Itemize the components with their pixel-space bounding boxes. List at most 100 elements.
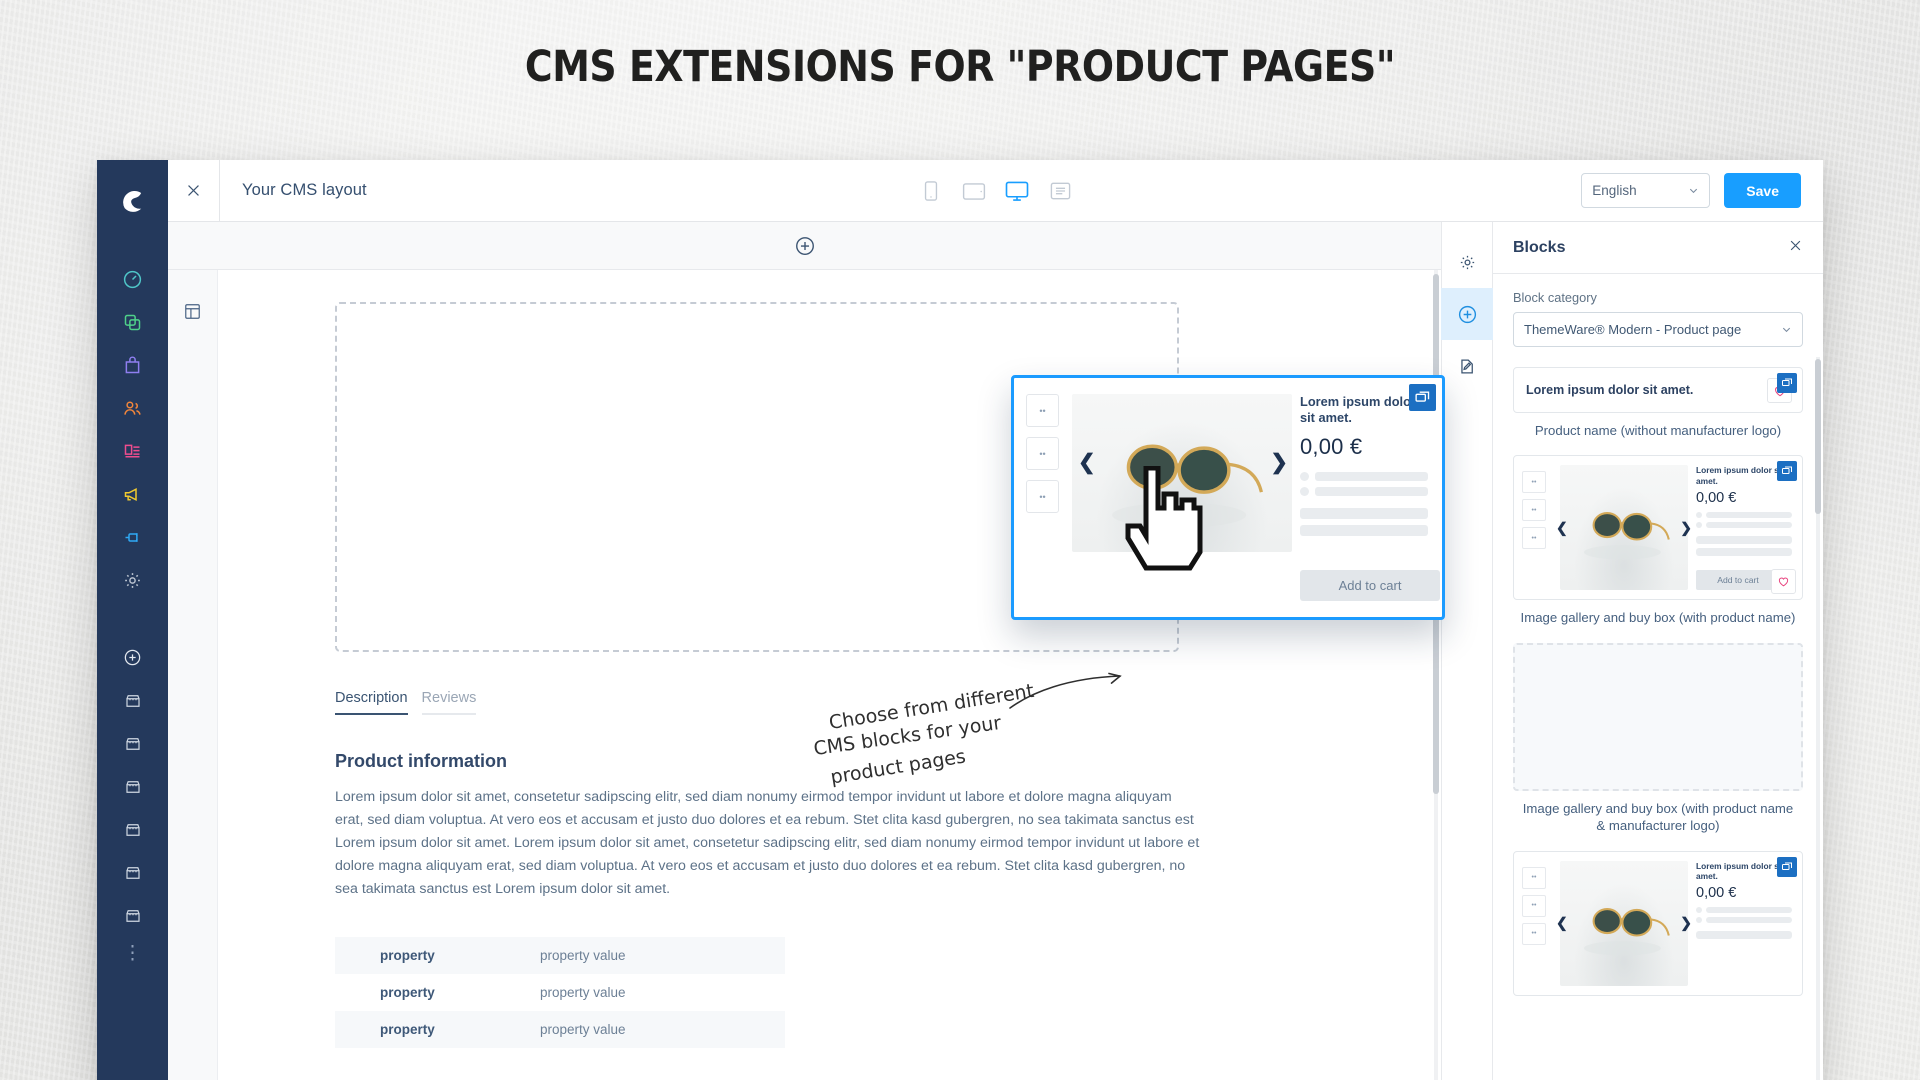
mobile-icon[interactable] <box>919 179 943 203</box>
block-card-label: Image gallery and buy box (with product … <box>1522 800 1794 834</box>
selected-block-preview[interactable]: •• •• •• ❮ ❯ Lorem ipsum dolor sit amet.… <box>1011 375 1445 620</box>
block-card-gallery-buybox[interactable]: •• •• •• ❮ ❯ Lorem ipsum dolor s amet. 0… <box>1513 850 1803 996</box>
chevron-left-icon[interactable]: ❮ <box>1078 450 1096 475</box>
blocks-panel-header: Blocks <box>1493 222 1823 274</box>
block-preview-text: Lorem ipsum dolor sit amet. <box>1526 383 1694 397</box>
thumbnail[interactable]: •• <box>1026 394 1059 427</box>
sales-channel-item[interactable] <box>112 894 154 937</box>
editor-tool-rail <box>1441 222 1493 1080</box>
sidebar-item-catalogues[interactable] <box>112 301 154 344</box>
table-row: property property value <box>335 937 785 974</box>
gallery-thumbnails: •• •• •• <box>1014 378 1070 617</box>
buy-box: Lorem ipsum dolor sit amet. 0,00 € Add t… <box>1298 378 1442 617</box>
sidebar-item-marketing[interactable] <box>112 473 154 516</box>
tablet-icon[interactable] <box>962 179 986 203</box>
blocks-stack-icon <box>1777 856 1797 877</box>
sales-channel-item[interactable] <box>112 679 154 722</box>
blocks-list[interactable]: Lorem ipsum dolor sit amet. Product name… <box>1493 357 1823 1080</box>
cms-canvas: Choose from different CMS blocks for you… <box>168 222 1441 1080</box>
thumbnail[interactable]: •• <box>1522 527 1546 550</box>
panel-scrollbar-thumb[interactable] <box>1815 359 1821 514</box>
block-category-label: Block category <box>1513 290 1597 305</box>
blocks-stack-icon <box>1777 461 1797 482</box>
more-vertical-icon[interactable]: ⋮ <box>123 944 142 963</box>
block-category-field: Block category ThemeWare® Modern - Produ… <box>1493 274 1823 357</box>
block-card-gallery-buybox[interactable]: •• •• •• ❮ ❯ Lorem ipsum dolor s amet. 0… <box>1513 455 1803 601</box>
add-section-button[interactable] <box>794 235 816 257</box>
list-view-icon[interactable] <box>1048 179 1072 203</box>
product-image <box>1560 860 1688 986</box>
thumbnail[interactable]: •• <box>1026 480 1059 513</box>
desktop-icon[interactable] <box>1005 179 1029 203</box>
gallery-thumbnails: •• •• •• <box>1522 861 1556 986</box>
sales-channel-item[interactable] <box>112 765 154 808</box>
table-row: property property value <box>335 1011 785 1048</box>
save-button[interactable]: Save <box>1724 173 1801 208</box>
property-value: property value <box>540 985 626 1000</box>
properties-table: property property value property propert… <box>335 937 785 1048</box>
product-information-heading: Product information <box>335 751 507 771</box>
tool-add-blocks-button[interactable] <box>1441 288 1493 340</box>
sales-channel-item[interactable] <box>112 808 154 851</box>
section-gutter <box>168 270 218 1080</box>
property-value: property value <box>540 948 626 963</box>
sidebar-item-customers[interactable] <box>112 387 154 430</box>
block-card-product-name[interactable]: Lorem ipsum dolor sit amet. <box>1513 367 1803 413</box>
page-headline: CMS EXTENSIONS FOR "PRODUCT PAGES" <box>524 42 1396 92</box>
sidebar-item-orders[interactable] <box>112 344 154 387</box>
product-price: 0,00 € <box>1300 434 1363 460</box>
blocks-stack-icon <box>1409 384 1436 411</box>
block-card-label: Image gallery and buy box (with product … <box>1520 610 1796 626</box>
chevron-right-icon[interactable]: ❯ <box>1680 915 1692 932</box>
tab-reviews[interactable]: Reviews <box>421 690 477 715</box>
thumbnail[interactable]: •• <box>1522 894 1546 917</box>
tab-description[interactable]: Description <box>335 690 408 715</box>
chevron-down-icon <box>1690 188 1698 194</box>
sidebar-item-content[interactable] <box>112 430 154 473</box>
table-row: property property value <box>335 974 785 1011</box>
thumbnail[interactable]: •• <box>1026 437 1059 470</box>
block-category-select[interactable]: ThemeWare® Modern - Product page <box>1513 312 1803 347</box>
language-select[interactable]: English <box>1581 173 1711 208</box>
hand-cursor-icon <box>1120 465 1206 579</box>
block-preview-price: 0,00 € <box>1696 489 1737 506</box>
thumbnail[interactable]: •• <box>1522 499 1546 522</box>
sidebar-item-extensions[interactable] <box>112 516 154 559</box>
add-to-cart-button[interactable]: Add to cart <box>1696 570 1780 591</box>
sales-channel-item[interactable] <box>112 851 154 894</box>
content-tabs: Description Reviews <box>335 690 1195 715</box>
add-to-cart-button[interactable]: Add to cart <box>1300 570 1440 601</box>
tool-settings-button[interactable] <box>1441 236 1493 288</box>
section-layout-icon[interactable] <box>183 302 202 321</box>
close-icon[interactable] <box>1788 238 1803 258</box>
blocks-stack-icon <box>1777 373 1797 393</box>
close-icon[interactable] <box>168 160 220 222</box>
property-key: property <box>380 985 435 1000</box>
chevron-left-icon[interactable]: ❮ <box>1556 519 1568 536</box>
heart-icon[interactable] <box>1771 569 1796 595</box>
block-category-value: ThemeWare® Modern - Product page <box>1524 322 1742 337</box>
thumbnail[interactable]: •• <box>1522 922 1546 945</box>
sidebar-item-settings[interactable] <box>112 559 154 602</box>
shopware-logo-icon[interactable] <box>97 170 168 232</box>
product-description-text: Lorem ipsum dolor sit amet, consetetur s… <box>335 789 1200 897</box>
editor-topbar: Your CMS layout English Save <box>168 160 1823 222</box>
sidebar-item-dashboard[interactable] <box>112 258 154 301</box>
product-image <box>1560 465 1688 591</box>
chevron-right-icon[interactable]: ❯ <box>1270 450 1288 475</box>
chevron-left-icon[interactable]: ❮ <box>1556 915 1568 932</box>
admin-sidebar: ⋮ <box>97 160 168 1080</box>
tool-edit-button[interactable] <box>1441 340 1493 392</box>
thumbnail[interactable]: •• <box>1522 866 1546 889</box>
chevron-right-icon[interactable]: ❯ <box>1680 519 1692 536</box>
thumbnail[interactable]: •• <box>1522 471 1546 494</box>
admin-window: ⋮ Your CMS layout English Save Choose fr… <box>97 160 1823 1080</box>
add-sales-channel-button[interactable] <box>112 636 154 679</box>
blocks-panel: Blocks Block category ThemeWare® Modern … <box>1493 222 1823 1080</box>
sales-channel-item[interactable] <box>112 722 154 765</box>
blocks-panel-title: Blocks <box>1513 238 1566 256</box>
property-value: property value <box>540 1022 626 1037</box>
block-card-placeholder[interactable] <box>1513 642 1803 791</box>
device-preview-toggle <box>919 160 1072 222</box>
gallery-thumbnails: •• •• •• <box>1522 465 1556 590</box>
